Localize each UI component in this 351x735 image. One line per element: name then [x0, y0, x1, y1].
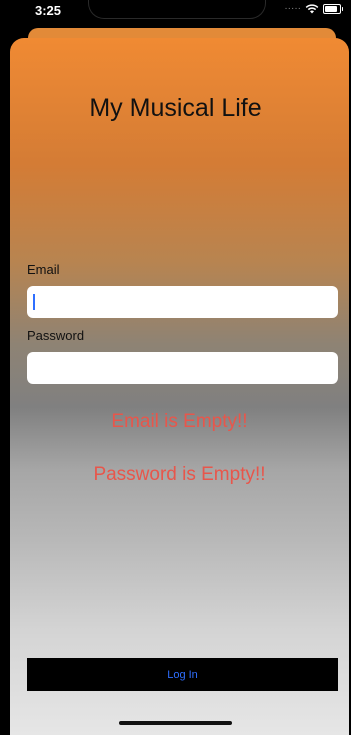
status-time: 3:25 [35, 3, 62, 18]
notch [88, 0, 266, 19]
login-sheet [10, 38, 349, 735]
login-button[interactable]: Log In [27, 658, 338, 691]
password-field[interactable] [27, 352, 338, 384]
wifi-icon [305, 3, 319, 13]
email-error-message: Email is Empty!! [111, 411, 248, 432]
app-title: My Musical Life [89, 94, 262, 122]
email-field[interactable] [27, 286, 338, 318]
password-label: Password [27, 328, 85, 343]
password-error-message: Password is Empty!! [93, 464, 266, 485]
status-bar: 3:25 ····· [0, 0, 351, 30]
battery-icon [323, 3, 343, 14]
text-cursor [33, 294, 35, 310]
signal-icon: ····· [284, 3, 301, 14]
status-icons: ····· [284, 3, 343, 14]
email-label: Email [27, 262, 60, 277]
home-indicator[interactable] [119, 721, 232, 725]
